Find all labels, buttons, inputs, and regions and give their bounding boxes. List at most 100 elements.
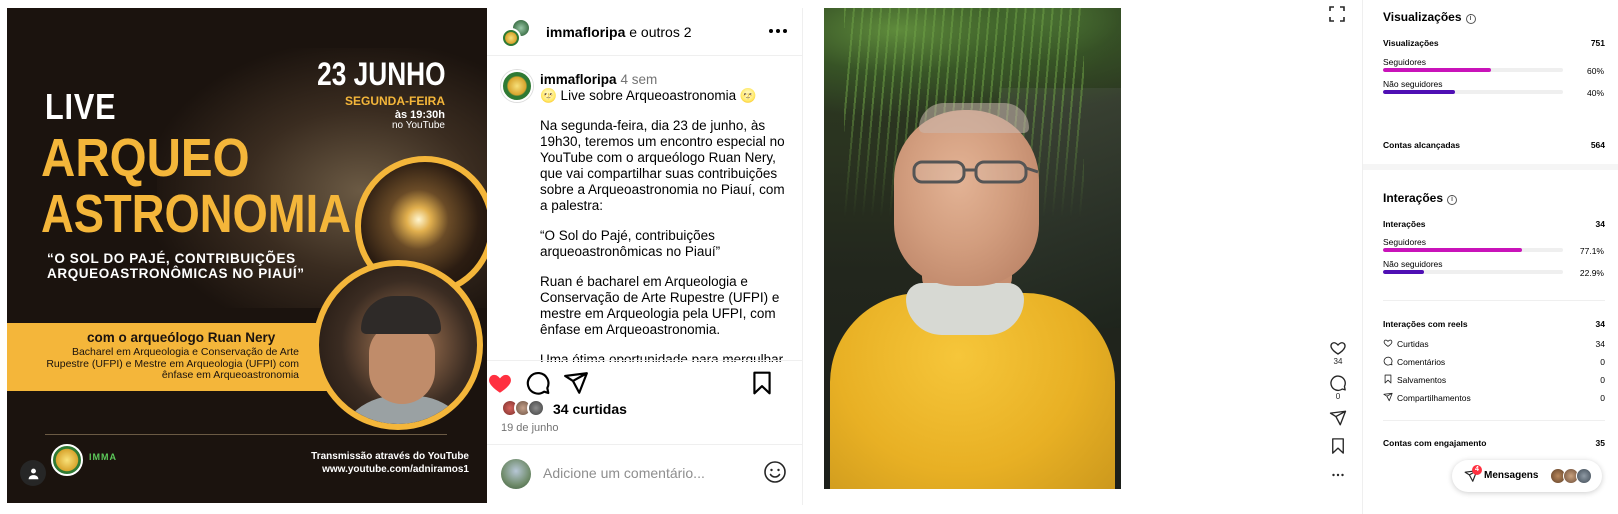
more-options-button[interactable] — [763, 18, 793, 39]
reel-side-actions: 34 0 — [1327, 0, 1355, 514]
reel-likes-count: 34 — [1333, 357, 1343, 366]
share-icon[interactable] — [1329, 409, 1347, 427]
poster-divider — [45, 434, 447, 435]
views-followers-bar — [1383, 68, 1563, 72]
post-authors[interactable]: immafloripa e outros 2 — [546, 24, 692, 40]
bookmark-icon — [1384, 374, 1392, 384]
current-user-avatar — [501, 459, 531, 489]
metric-label: Salvamentos — [1397, 375, 1447, 385]
post-date[interactable]: 19 de junho — [501, 422, 559, 434]
comment-button-icon[interactable] — [525, 370, 551, 396]
fullscreen-expand-icon[interactable] — [1329, 6, 1345, 22]
caption-line: Ruan é bacharel em Arqueologia e Conserv… — [540, 274, 780, 337]
speaker-cap — [361, 296, 441, 334]
save-button-bookmark-icon[interactable] — [749, 370, 775, 396]
poster-quote: “O SOL DO PAJÉ, CONTRIBUIÇÕES ARQUEOASTR… — [47, 251, 305, 281]
interactions-label: Interações — [1383, 219, 1426, 229]
caption-avatar[interactable] — [501, 70, 533, 102]
avatar — [527, 399, 545, 417]
poster-speaker-photo — [313, 260, 483, 430]
poster-transmission-line2: www.youtube.com/adniramos1 — [322, 464, 469, 475]
metric-label: Comentários — [1397, 357, 1446, 367]
reel-video-frame[interactable] — [824, 8, 1121, 489]
interactions-nonfollowers-label: Não seguidores — [1383, 259, 1443, 269]
divider — [1383, 300, 1605, 301]
author-others[interactable]: e outros 2 — [625, 24, 691, 40]
interactions-followers-bar — [1383, 248, 1563, 252]
metric-value: 0 — [1600, 375, 1605, 385]
metric-value: 0 — [1600, 357, 1605, 367]
author-username[interactable]: immafloripa — [546, 24, 625, 40]
info-icon[interactable]: i — [1447, 195, 1458, 205]
interactions-followers-label: Seguidores — [1383, 237, 1427, 247]
presenter-head — [894, 110, 1039, 286]
avatar — [501, 28, 521, 48]
views-label: Visualizações — [1383, 38, 1439, 48]
interactions-nonfollowers-bar — [1383, 270, 1563, 274]
caption-username[interactable]: immafloripa — [540, 72, 617, 87]
views-nonfollowers-bar-fill — [1383, 90, 1455, 94]
messages-button[interactable]: 4 Mensagens — [1452, 460, 1602, 492]
views-followers-label: Seguidores — [1383, 57, 1427, 67]
collab-avatars[interactable] — [501, 18, 533, 50]
interactions-nonfollowers-pct: 22.9% — [1579, 268, 1604, 278]
metric-value: 34 — [1595, 339, 1605, 349]
caption-time-ago[interactable]: 4 sem — [621, 72, 658, 87]
avatar — [1576, 468, 1592, 484]
views-nonfollowers-label: Não seguidores — [1383, 79, 1443, 89]
post-header: immafloripa e outros 2 — [487, 8, 803, 56]
interactions-nonfollowers-bar-fill — [1383, 270, 1425, 274]
divider — [1383, 420, 1605, 421]
presenter-scarf — [906, 283, 1024, 335]
engaged-label: Contas com engajamento — [1383, 438, 1487, 448]
info-icon[interactable]: i — [1465, 14, 1476, 24]
interactions-value: 34 — [1595, 219, 1605, 229]
views-value: 751 — [1590, 38, 1605, 48]
like-button-heart-icon[interactable] — [487, 370, 513, 396]
imma-logo-icon — [51, 444, 83, 476]
unread-badge: 4 — [1472, 465, 1482, 475]
post-actions — [487, 360, 803, 400]
caption-line: “O Sol do Pajé, contribuições arqueoastr… — [540, 228, 721, 259]
poster-live-label: LIVE — [45, 86, 117, 127]
interactions-title-text: Interações — [1383, 191, 1444, 205]
tagged-users-button[interactable] — [20, 460, 46, 486]
post-panel: immafloripa e outros 2 immafloripa 4 sem … — [487, 8, 803, 505]
engaged-value: 35 — [1595, 438, 1605, 448]
reels-interactions-label: Interações com reels — [1383, 319, 1468, 329]
poster-weekday: SEGUNDA-FEIRA — [344, 94, 445, 108]
caption-line: 🌝 Live sobre Arqueoastronomia 🌝 — [540, 88, 757, 103]
poster-where: no YouTube — [391, 120, 445, 131]
interactions-followers-pct: 77.1% — [1579, 246, 1604, 256]
post-image-poster: LIVE ARQUEO ASTRONOMIA “O SOL DO PAJÉ, C… — [7, 8, 487, 503]
comment-bar: Adicione um comentário... — [487, 444, 803, 496]
share-button-icon[interactable] — [563, 370, 589, 396]
presenter-glasses — [912, 160, 1038, 184]
bookmark-icon[interactable] — [1329, 437, 1347, 455]
comment-input[interactable]: Adicione um comentário... — [543, 465, 705, 481]
likes-count[interactable]: 34 curtidas — [553, 401, 627, 417]
poster-speaker-title: com o arqueólogo Ruan Nery — [87, 330, 276, 345]
interactions-followers-bar-fill — [1383, 248, 1522, 252]
reach-label: Contas alcançadas — [1383, 140, 1461, 150]
metric-label: Curtidas — [1397, 339, 1429, 349]
metric-value: 0 — [1600, 393, 1605, 403]
views-section-title: Visualizações i — [1383, 10, 1476, 24]
share-icon — [1383, 392, 1393, 402]
views-title-text: Visualizações — [1383, 10, 1462, 24]
poster-title-line1: ARQUEO — [41, 128, 250, 188]
section-separator — [1363, 164, 1618, 170]
views-followers-bar-fill — [1383, 68, 1491, 72]
emoji-icon[interactable] — [763, 460, 787, 484]
comment-icon[interactable] — [1329, 374, 1347, 392]
views-nonfollowers-pct: 40% — [1586, 88, 1604, 98]
user-icon — [28, 468, 38, 479]
more-options-icon[interactable] — [1329, 466, 1347, 484]
heart-icon[interactable] — [1329, 339, 1347, 357]
screen: LIVE ARQUEO ASTRONOMIA “O SOL DO PAJÉ, C… — [0, 0, 1618, 514]
speaker-face — [369, 324, 435, 404]
reel-comments-count: 0 — [1335, 392, 1341, 401]
presenter-hair — [919, 103, 1029, 133]
caption-body: immafloripa 4 sem 🌝 Live sobre Arqueoastr… — [540, 72, 795, 362]
views-followers-pct: 60% — [1586, 66, 1604, 76]
